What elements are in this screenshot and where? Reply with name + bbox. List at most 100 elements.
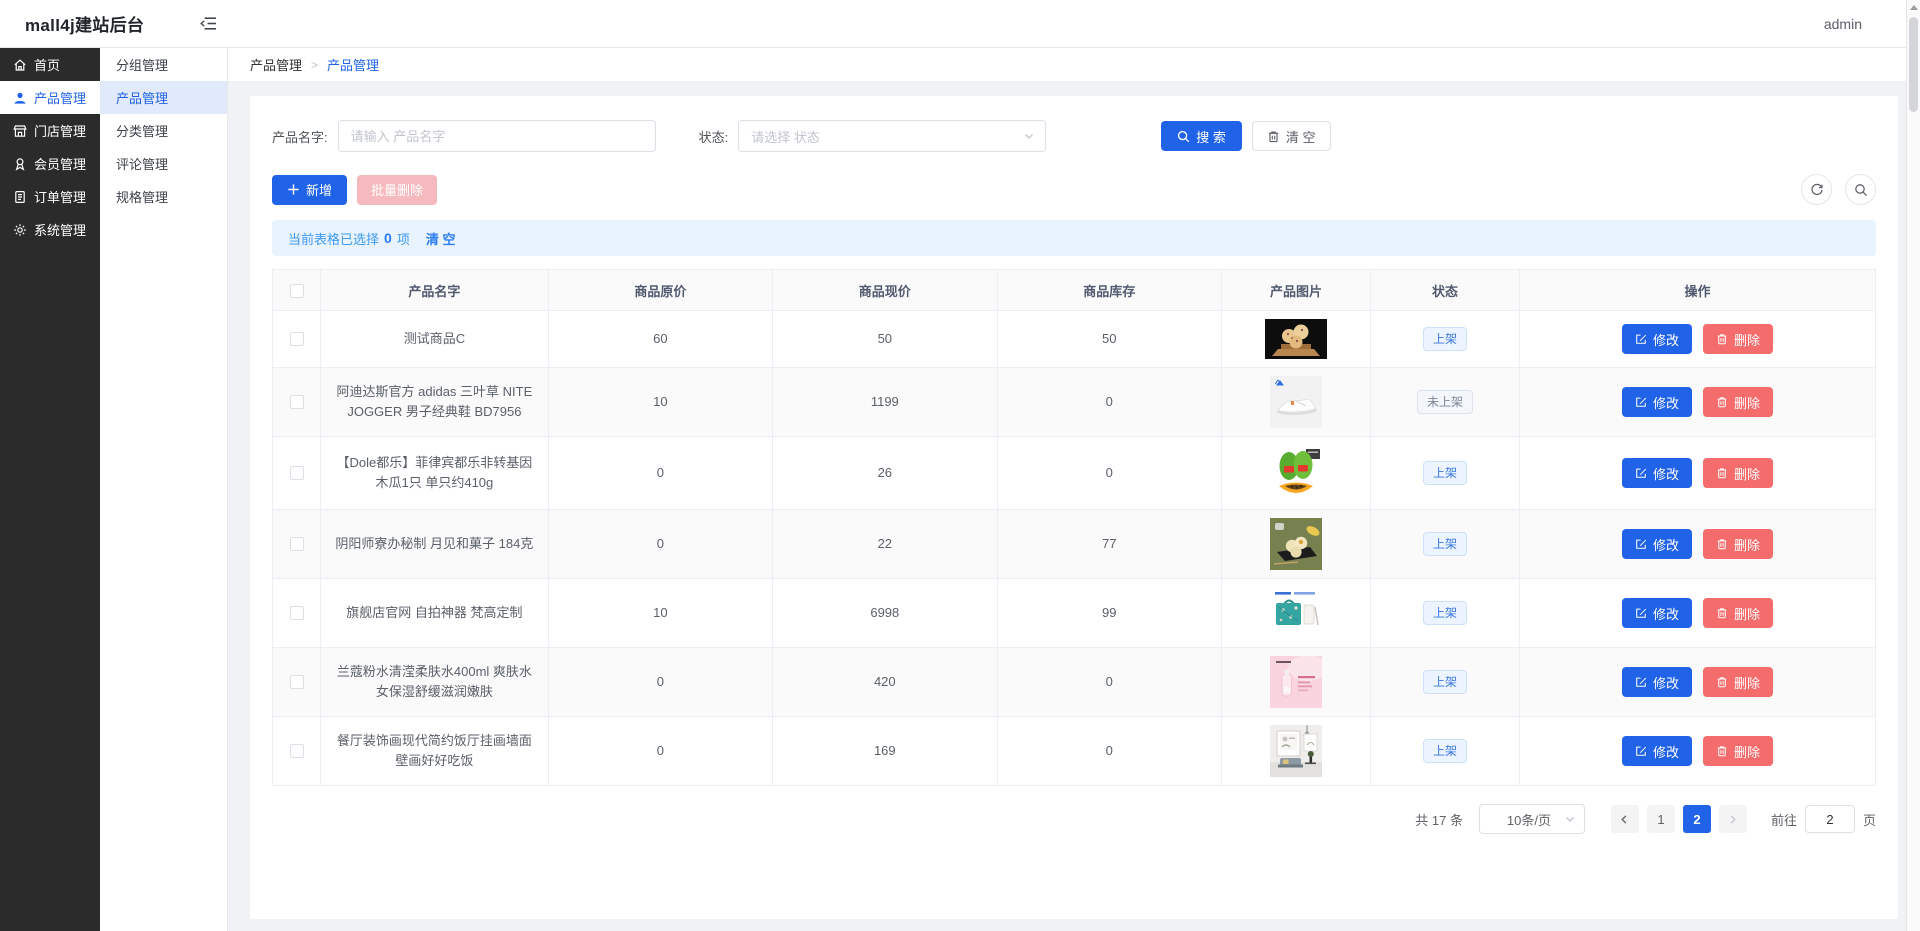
- scrollbar-thumb[interactable]: [1909, 17, 1918, 112]
- trash-icon: [1716, 745, 1728, 757]
- page-button-1[interactable]: 1: [1647, 805, 1675, 833]
- column-header-操作: 操作: [1520, 270, 1876, 311]
- table-row: 旗舰店官网 自拍神器 梵高定制10699899上架修改删除: [273, 579, 1876, 648]
- edit-button[interactable]: 修改: [1622, 458, 1692, 488]
- product-image[interactable]: [1232, 319, 1360, 359]
- row-checkbox[interactable]: [290, 744, 304, 758]
- row-checkbox[interactable]: [290, 606, 304, 620]
- page-size-select[interactable]: 10条/页: [1479, 804, 1585, 834]
- refresh-button[interactable]: [1801, 174, 1832, 205]
- edit-button[interactable]: 修改: [1622, 598, 1692, 628]
- column-header-商品库存: 商品库存: [997, 270, 1221, 311]
- scrollbar-up-arrow-icon[interactable]: [1907, 0, 1920, 15]
- select-all-checkbox[interactable]: [290, 284, 304, 298]
- refresh-icon: [1810, 183, 1824, 197]
- sidebar-item-门店管理[interactable]: 门店管理: [0, 114, 100, 147]
- product-image[interactable]: [1232, 376, 1360, 428]
- column-header-状态: 状态: [1371, 270, 1520, 311]
- submenu-item-产品管理[interactable]: 产品管理: [100, 81, 227, 114]
- page-button-2[interactable]: 2: [1683, 805, 1711, 833]
- row-checkbox[interactable]: [290, 537, 304, 551]
- product-image[interactable]: [1232, 445, 1360, 501]
- edit-button[interactable]: 修改: [1622, 324, 1692, 354]
- sidebar-item-产品管理[interactable]: 产品管理: [0, 81, 100, 114]
- edit-button[interactable]: 修改: [1622, 529, 1692, 559]
- product-image[interactable]: [1232, 725, 1360, 777]
- operation-cell: 修改删除: [1520, 648, 1876, 717]
- delete-button[interactable]: 删除: [1703, 387, 1773, 417]
- product-image[interactable]: [1232, 587, 1360, 639]
- row-checkbox[interactable]: [290, 466, 304, 480]
- app-title: mall4j建站后台: [0, 11, 144, 36]
- trash-icon: [1716, 676, 1728, 688]
- add-button[interactable]: 新增: [272, 175, 347, 205]
- submenu-item-分组管理[interactable]: 分组管理: [100, 48, 227, 81]
- delete-button[interactable]: 删除: [1703, 458, 1773, 488]
- selection-clear-link[interactable]: 清 空: [426, 229, 456, 248]
- table-toolbar: 新增 批量删除: [272, 174, 1876, 205]
- product-name-cell: 阴阳师寮办秘制 月见和菓子 184克: [321, 510, 549, 579]
- sidebar-item-label: 首页: [34, 55, 60, 74]
- member-icon: [13, 156, 28, 171]
- edit-button[interactable]: 修改: [1622, 387, 1692, 417]
- delete-button[interactable]: 删除: [1703, 736, 1773, 766]
- table-row: 阿迪达斯官方 adidas 三叶草 NITE JOGGER 男子经典鞋 BD79…: [273, 368, 1876, 437]
- product-image[interactable]: [1232, 656, 1360, 708]
- product-name-input[interactable]: [338, 120, 656, 152]
- delete-button[interactable]: 删除: [1703, 529, 1773, 559]
- row-select-cell: [273, 437, 321, 510]
- product-image[interactable]: [1232, 518, 1360, 570]
- next-page-button[interactable]: [1719, 805, 1747, 833]
- clear-button[interactable]: 清 空: [1252, 121, 1331, 151]
- row-checkbox[interactable]: [290, 332, 304, 346]
- search-button[interactable]: 搜 索: [1161, 121, 1242, 151]
- prev-page-button[interactable]: [1611, 805, 1639, 833]
- submenu-item-分类管理[interactable]: 分类管理: [100, 114, 227, 147]
- page-scrollbar[interactable]: [1906, 0, 1920, 931]
- breadcrumb-item[interactable]: 产品管理: [327, 55, 379, 74]
- operation-cell: 修改删除: [1520, 437, 1876, 510]
- breadcrumb-item: 产品管理: [250, 55, 302, 74]
- edit-button[interactable]: 修改: [1622, 736, 1692, 766]
- table-row: 【Dole都乐】菲律宾都乐非转基因木瓜1只 单只约410g0260上架修改删除: [273, 437, 1876, 510]
- sidebar-item-会员管理[interactable]: 会员管理: [0, 147, 100, 180]
- batch-delete-button[interactable]: 批量删除: [357, 175, 437, 205]
- delete-button[interactable]: 删除: [1703, 324, 1773, 354]
- column-search-button[interactable]: [1845, 174, 1876, 205]
- pagination-total: 共 17 条: [1415, 810, 1463, 829]
- submenu-item-label: 分组管理: [116, 55, 168, 74]
- chevron-left-icon: [1619, 814, 1630, 825]
- sidebar-item-订单管理[interactable]: 订单管理: [0, 180, 100, 213]
- edit-button[interactable]: 修改: [1622, 667, 1692, 697]
- table-row: 兰蔻粉水清滢柔肤水400ml 爽肤水女保湿舒缓滋润嫩肤04200上架修改删除: [273, 648, 1876, 717]
- sub-sidebar: 分组管理产品管理分类管理评论管理规格管理: [100, 48, 228, 931]
- collapse-menu-icon[interactable]: [200, 16, 217, 31]
- status-badge: 上架: [1423, 532, 1467, 556]
- main-area: 产品管理>产品管理 产品名字: 状态: 请选择 状态 搜 索 清 空: [228, 48, 1920, 931]
- trash-icon: [1716, 607, 1728, 619]
- status-badge: 上架: [1423, 461, 1467, 485]
- submenu-item-评论管理[interactable]: 评论管理: [100, 147, 227, 180]
- current-price-cell: 50: [773, 311, 997, 368]
- content-card: 产品名字: 状态: 请选择 状态 搜 索 清 空: [250, 96, 1898, 919]
- row-checkbox[interactable]: [290, 675, 304, 689]
- status-select[interactable]: 请选择 状态: [738, 120, 1046, 152]
- edit-icon: [1635, 333, 1647, 345]
- stock-cell: 77: [997, 510, 1221, 579]
- delete-button[interactable]: 删除: [1703, 667, 1773, 697]
- product-image-cell: [1221, 368, 1370, 437]
- product-name-cell: 餐厅装饰画现代简约饭厅挂画墙面壁画好好吃饭: [321, 717, 549, 786]
- status-cell: 上架: [1371, 510, 1520, 579]
- sidebar-item-系统管理[interactable]: 系统管理: [0, 213, 100, 246]
- delete-button[interactable]: 删除: [1703, 598, 1773, 628]
- user-menu[interactable]: admin: [1824, 16, 1862, 32]
- row-checkbox[interactable]: [290, 395, 304, 409]
- status-cell: 未上架: [1371, 368, 1520, 437]
- edit-icon: [1635, 467, 1647, 479]
- product-image-cell: [1221, 717, 1370, 786]
- product-name-cell: 【Dole都乐】菲律宾都乐非转基因木瓜1只 单只约410g: [321, 437, 549, 510]
- submenu-item-规格管理[interactable]: 规格管理: [100, 180, 227, 213]
- sidebar-item-首页[interactable]: 首页: [0, 48, 100, 81]
- goto-page-input[interactable]: [1805, 805, 1855, 833]
- status-badge: 上架: [1423, 739, 1467, 763]
